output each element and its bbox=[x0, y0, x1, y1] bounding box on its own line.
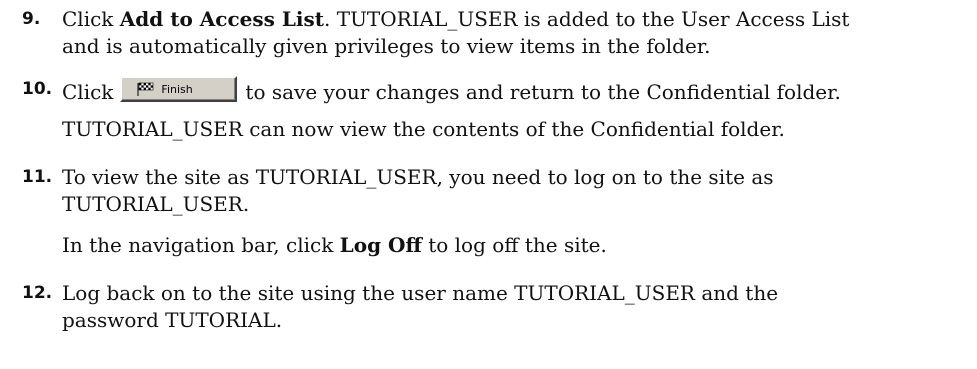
text-fragment: Click bbox=[62, 80, 114, 104]
step-line: TUTORIAL_USER. bbox=[62, 192, 250, 216]
step-number: 9. bbox=[22, 9, 41, 29]
step-line: Click Finish to save your changes and ret… bbox=[62, 76, 967, 106]
step-number: 10. bbox=[22, 79, 53, 99]
step-text: Log back on to the site using the user n… bbox=[62, 280, 967, 334]
finish-button-content: Finish bbox=[122, 78, 235, 100]
step-line: To view the site as TUTORIAL_USER, you n… bbox=[62, 165, 774, 189]
step-number: 12. bbox=[22, 283, 53, 303]
step-text: Click Add to Access List. TUTORIAL_USER … bbox=[62, 6, 967, 60]
checkered-flag-icon bbox=[137, 82, 154, 96]
step-line: Click Add to Access List. TUTORIAL_USER … bbox=[62, 6, 967, 33]
tutorial-steps: 9. Click Add to Access List. TUTORIAL_US… bbox=[0, 0, 977, 369]
text-fragment: to save your changes and return to the C… bbox=[245, 80, 841, 104]
text-fragment: In the navigation bar, click bbox=[62, 233, 340, 257]
step-line: Log back on to the site using the user n… bbox=[62, 281, 779, 305]
step-line: and is automatically given privileges to… bbox=[62, 34, 711, 58]
ui-term-log-off: Log Off bbox=[339, 233, 422, 257]
step-text: To view the site as TUTORIAL_USER, you n… bbox=[62, 164, 967, 218]
ui-term-add-to-access-list: Add to Access List bbox=[119, 7, 325, 31]
step-text: Click Finish to save your changes and ret… bbox=[62, 76, 967, 106]
text-fragment: to log off the site. bbox=[421, 233, 607, 257]
step-line: password TUTORIAL. bbox=[62, 308, 283, 332]
finish-button-label: Finish bbox=[161, 82, 193, 96]
step-10-note: TUTORIAL_USER can now view the contents … bbox=[62, 117, 785, 141]
text-fragment: . TUTORIAL_USER is added to the User Acc… bbox=[324, 7, 850, 31]
step-number: 11. bbox=[22, 167, 53, 187]
finish-button[interactable]: Finish bbox=[120, 76, 238, 102]
text-fragment: Click bbox=[62, 7, 120, 31]
step-11-note: In the navigation bar, click Log Off to … bbox=[62, 232, 967, 259]
